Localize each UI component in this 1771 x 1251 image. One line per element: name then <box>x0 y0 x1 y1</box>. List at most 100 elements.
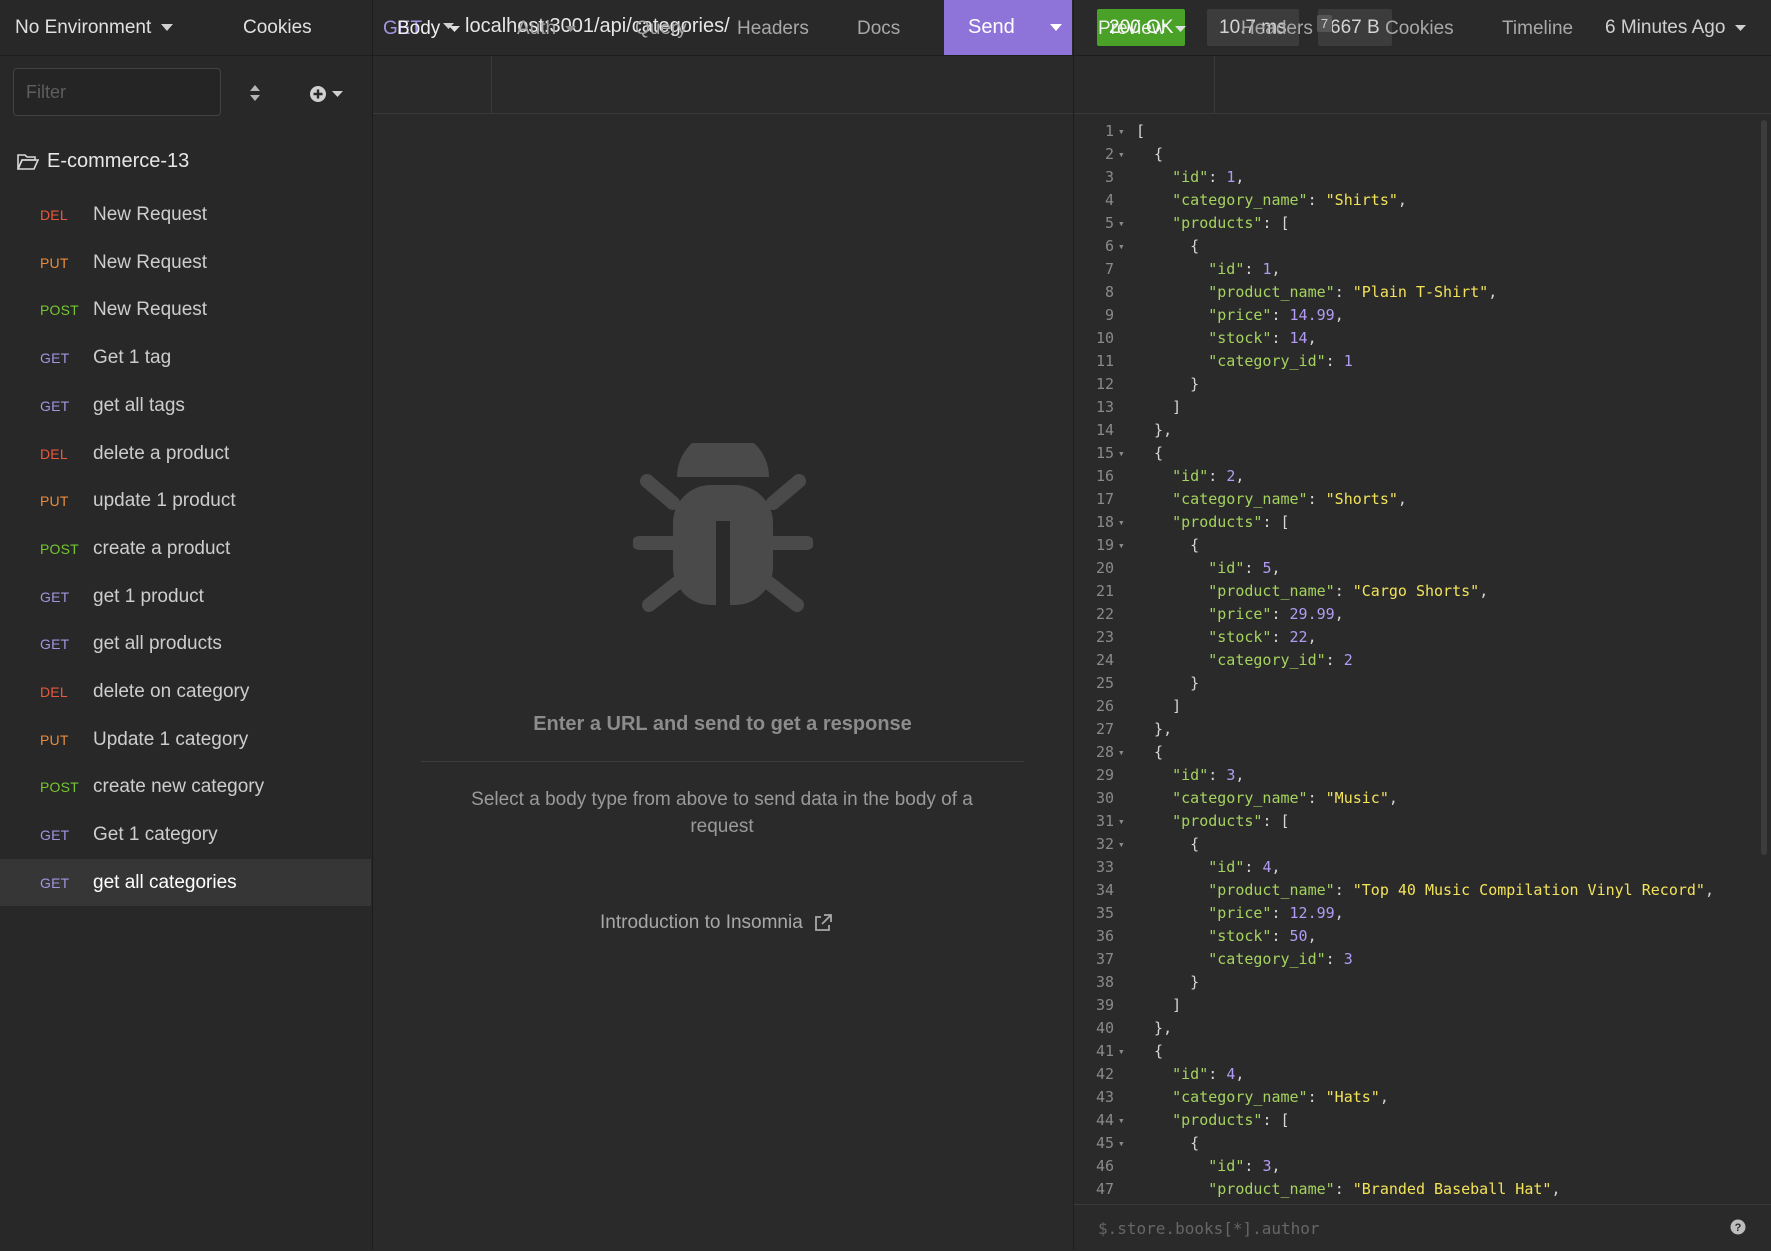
line-number: 33 <box>1095 858 1114 876</box>
fold-toggle-icon[interactable]: ▾ <box>1118 235 1125 258</box>
tab-response-headers-label: Headers <box>1241 18 1313 39</box>
fold-toggle-icon[interactable]: ▾ <box>1118 741 1125 764</box>
sidebar-request-item[interactable]: PUT New Request <box>0 239 371 286</box>
tab-headers[interactable]: Headers <box>737 18 809 40</box>
code-text: "id": 4, <box>1136 1063 1244 1086</box>
json-punct: : <box>1307 1088 1326 1106</box>
json-punct <box>1136 651 1208 669</box>
json-punct: : <box>1208 1065 1227 1083</box>
line-number: 20 <box>1095 559 1114 577</box>
sidebar-request-item[interactable]: POST New Request <box>0 286 371 333</box>
request-name: update 1 product <box>93 489 236 511</box>
fold-toggle-icon[interactable]: ▾ <box>1118 1132 1125 1155</box>
json-punct: : <box>1307 191 1326 209</box>
tab-timeline[interactable]: Timeline <box>1502 18 1573 40</box>
sort-icon[interactable] <box>244 82 266 104</box>
line-number: 18 <box>1095 513 1114 531</box>
tab-body[interactable]: Body <box>397 18 461 40</box>
fold-toggle-icon[interactable]: ▾ <box>1118 143 1125 166</box>
code-text: "category_id": 2 <box>1136 649 1353 672</box>
add-button[interactable] <box>309 84 349 104</box>
sidebar-request-item[interactable]: GET get all tags <box>0 382 371 429</box>
fold-toggle-icon[interactable]: ▾ <box>1118 1109 1125 1132</box>
sidebar-request-item[interactable]: DEL delete on category <box>0 668 371 715</box>
fold-toggle-icon[interactable]: ▾ <box>1118 120 1125 143</box>
json-key: "product_name" <box>1208 881 1335 899</box>
folder-item[interactable]: E-commerce-13 <box>17 150 189 173</box>
tab-response-cookies[interactable]: Cookies <box>1385 18 1454 40</box>
fold-toggle-icon[interactable]: ▾ <box>1118 511 1125 534</box>
filter-input[interactable] <box>13 68 221 116</box>
response-filter-input[interactable] <box>1096 1213 1660 1243</box>
code-text: ] <box>1136 994 1181 1017</box>
cookies-button[interactable]: Cookies <box>243 17 312 39</box>
sidebar-request-item[interactable]: GET Get 1 tag <box>0 334 371 381</box>
intro-link[interactable]: Introduction to Insomnia <box>600 912 833 934</box>
sidebar-request-item[interactable]: GET get all categories <box>0 859 371 906</box>
folder-open-icon <box>17 153 39 171</box>
fold-toggle-icon[interactable]: ▾ <box>1118 212 1125 235</box>
line-number: 29 <box>1095 766 1114 784</box>
line-number: 36 <box>1095 927 1114 945</box>
code-text: "id": 3, <box>1136 764 1244 787</box>
url-input[interactable]: localhost:3001/api/categories/ <box>465 15 730 38</box>
line-number: 39 <box>1095 996 1114 1014</box>
fold-toggle-icon[interactable]: ▾ <box>1118 442 1125 465</box>
tab-preview[interactable]: Preview <box>1098 18 1186 40</box>
method-badge: DEL <box>40 445 68 462</box>
sidebar-request-item[interactable]: DEL delete a product <box>0 430 371 477</box>
json-number: 1 <box>1343 352 1353 370</box>
json-punct: { <box>1136 1134 1200 1152</box>
send-options-button[interactable] <box>1040 0 1072 55</box>
code-text: }, <box>1136 718 1172 741</box>
environment-selector[interactable]: No Environment <box>15 17 174 39</box>
tab-auth[interactable]: Auth <box>517 18 577 40</box>
json-punct: : <box>1271 927 1290 945</box>
sidebar-request-item[interactable]: POST create new category <box>0 763 371 810</box>
json-punct: : <box>1325 352 1344 370</box>
tab-auth-label: Auth <box>517 18 557 39</box>
fold-toggle-icon[interactable]: ▾ <box>1118 1040 1125 1063</box>
json-key: "id" <box>1172 467 1209 485</box>
json-punct <box>1136 559 1208 577</box>
json-punct: : <box>1244 260 1263 278</box>
line-number: 22 <box>1095 605 1114 623</box>
line-number: 13 <box>1095 398 1114 416</box>
code-text: "products": [ <box>1136 212 1289 235</box>
json-punct: , <box>1271 858 1281 876</box>
fold-toggle-icon[interactable]: ▾ <box>1118 810 1125 833</box>
sidebar-request-item[interactable]: PUT update 1 product <box>0 477 371 524</box>
code-text: "product_name": "Cargo Shorts", <box>1136 580 1488 603</box>
method-badge: POST <box>40 778 79 795</box>
fold-toggle-icon[interactable]: ▾ <box>1118 534 1125 557</box>
line-number: 43 <box>1095 1088 1114 1106</box>
sidebar-request-item[interactable]: POST create a product <box>0 525 371 572</box>
code-text: "id": 5, <box>1136 557 1280 580</box>
fold-toggle-icon[interactable]: ▾ <box>1118 833 1125 856</box>
help-icon[interactable]: ? <box>1730 1219 1746 1235</box>
tab-query[interactable]: Query <box>635 18 687 40</box>
history-dropdown[interactable]: 6 Minutes Ago <box>1605 17 1747 39</box>
json-number: 12.99 <box>1289 904 1335 922</box>
code-text: { <box>1136 833 1199 856</box>
sidebar-request-item[interactable]: GET get all products <box>0 620 371 667</box>
sidebar-request-item[interactable]: PUT Update 1 category <box>0 716 371 763</box>
method-badge: GET <box>40 349 70 366</box>
sidebar-request-item[interactable]: DEL New Request <box>0 191 371 238</box>
sidebar-request-item[interactable]: GET get 1 product <box>0 573 371 620</box>
json-punct: : <box>1334 1180 1353 1198</box>
sidebar-request-item[interactable]: GET Get 1 category <box>0 811 371 858</box>
request-name: get all tags <box>93 394 185 416</box>
json-punct: : <box>1271 628 1290 646</box>
tab-response-headers[interactable]: Headers 7 <box>1241 15 1333 40</box>
line-number: 15 <box>1095 444 1114 462</box>
scrollbar[interactable] <box>1761 120 1767 855</box>
json-string: "Shirts" <box>1325 191 1398 209</box>
code-text: { <box>1136 534 1199 557</box>
code-text: { <box>1136 235 1199 258</box>
json-punct: , <box>1388 789 1398 807</box>
tab-docs[interactable]: Docs <box>857 18 900 40</box>
request-name: New Request <box>93 203 208 225</box>
json-key: "id" <box>1208 1157 1245 1175</box>
response-body[interactable]: 1 ▾[2 ▾ {3 "id": 1, 4 "category_name": "Shi… <box>1074 120 1758 1203</box>
